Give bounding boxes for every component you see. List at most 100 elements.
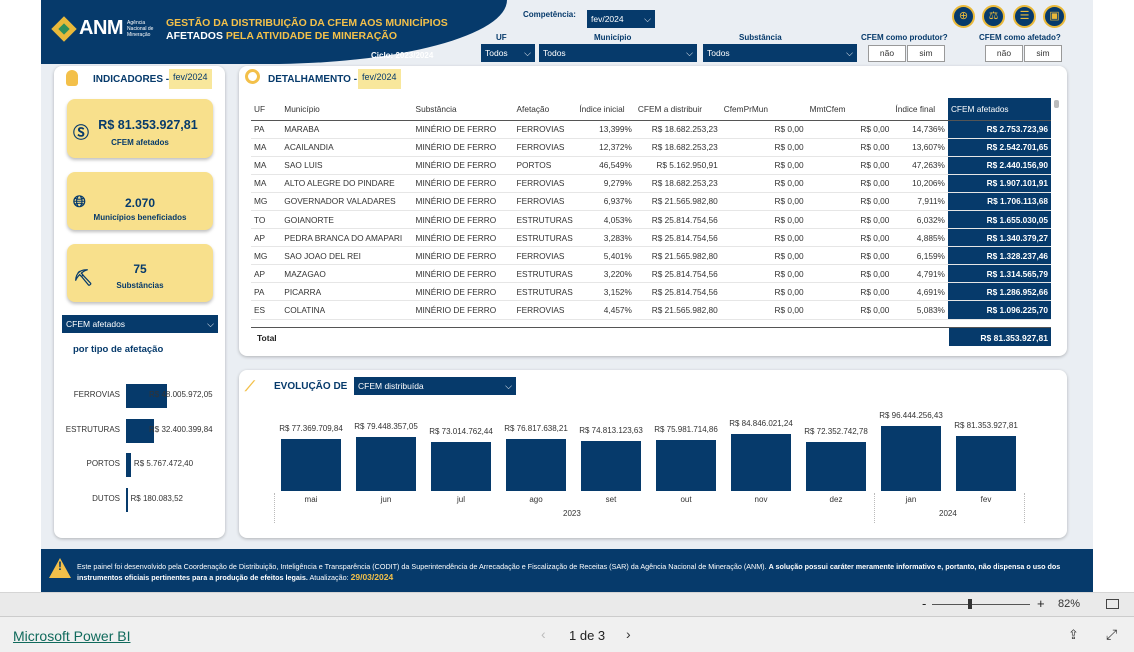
evolucao-bar[interactable] [881,426,941,491]
substancia-label: Substância [739,33,782,42]
table-cell: R$ 1.907.101,91 [947,174,1051,193]
table-row[interactable]: MA SAO LUIS MINÉRIO DE FERRO PORTOS 46,549% R… [251,156,1051,175]
footer-text-c: Atualização: [309,573,349,582]
evolucao-bar[interactable] [656,439,716,491]
cfem-type-dropdown[interactable]: CFEM afetados ⌵ [62,315,218,333]
list-icon[interactable]: ☰ [1013,5,1036,28]
evolucao-bar[interactable] [431,441,491,491]
evolucao-bar[interactable] [731,433,791,491]
table-cell: 3,283% [576,228,635,248]
evolucao-x-label: dez [829,495,843,504]
cfem-type-value: CFEM afetados [66,319,126,329]
evolucao-x-label: jun [380,495,392,504]
uf-dropdown[interactable]: Todos ⌵ [481,44,535,62]
column-header[interactable]: Substância [412,98,514,121]
table-row[interactable]: PA PICARRA MINÉRIO DE FERRO ESTRUTURAS 3,152… [251,282,1051,302]
anm-logo: ANM Agência Nacional de Mineração [51,15,161,42]
table-cell: R$ 1.340.379,27 [947,228,1051,248]
globe-icon[interactable]: ⊕ [952,5,975,28]
column-header[interactable]: Índice final [892,98,948,121]
column-header[interactable]: MmtCfem [806,98,893,121]
column-header[interactable]: CFEM afetados [947,98,1051,121]
zoom-bar: - + 82% [0,592,1134,616]
table-cell: MINÉRIO DE FERRO [412,282,514,302]
column-header[interactable]: UF [251,98,282,121]
evolucao-bar[interactable] [506,439,566,491]
trend-icon: ⟋ [245,378,255,394]
zoom-out-button[interactable]: - [922,596,926,611]
evolucao-bar[interactable] [356,437,416,491]
competencia-dropdown[interactable]: fev/2024 ⌵ [587,10,655,28]
mining-icon: ⛏ [73,270,94,287]
afetado-nao-button[interactable]: não [985,45,1023,62]
zoom-slider-handle[interactable] [968,599,972,609]
ciclo-label: Ciclo: 2023/2024 [371,51,434,60]
warning-icon: ! [49,558,71,578]
table-cell: PEDRA BRANCA DO AMAPARI [281,228,413,248]
table-row[interactable]: MG GOVERNADOR VALADARES MINÉRIO DE FERRO FE… [251,192,1051,211]
table-cell: ES [251,300,282,320]
table-cell: MAZAGAO [281,264,413,284]
balance-scale-icon[interactable]: ⚖ [982,5,1005,28]
dollar-circle-icon: Ⓢ [73,125,90,142]
tipo-bar[interactable] [126,453,131,477]
column-header[interactable]: Município [281,98,413,121]
table-cell: R$ 21.565.982,80 [634,300,721,320]
kpi-municipios: 🌐︎ 2.070 Municípios beneficiados [67,172,213,230]
competencia-value: fev/2024 [591,14,624,24]
fit-page-icon[interactable] [1106,599,1119,609]
table-row[interactable]: AP MAZAGAO MINÉRIO DE FERRO ESTRUTURAS 3,220… [251,264,1051,284]
table-cell: GOVERNADOR VALADARES [281,192,413,211]
column-header[interactable]: Índice inicial [576,98,635,121]
detalhamento-table[interactable]: UF Município Substância Afetação Índice inic… [251,98,1051,320]
afetado-sim-button[interactable]: sim [1024,45,1062,62]
column-header[interactable]: CfemPrMun [720,98,807,121]
evolucao-x-label: ago [529,495,543,504]
evolucao-bar[interactable] [806,442,866,491]
evolucao-dropdown[interactable]: CFEM distribuída ⌵ [354,377,516,395]
table-row[interactable]: PA MARABA MINÉRIO DE FERRO FERROVIAS 13,399%… [251,120,1051,139]
zoom-slider[interactable] [932,604,1030,605]
presentation-icon[interactable]: ▣ [1043,5,1066,28]
evolucao-value: CFEM distribuída [358,381,424,391]
municipio-dropdown[interactable]: Todos ⌵ [539,44,697,62]
table-cell: 6,159% [892,246,948,266]
table-row[interactable]: TO GOIANORTE MINÉRIO DE FERRO ESTRUTURAS 4,0… [251,210,1051,230]
evolucao-x-label: jul [456,495,465,504]
table-row[interactable]: ES COLATINA MINÉRIO DE FERRO FERROVIAS 4,457… [251,300,1051,320]
table-cell: 5,083% [892,300,948,320]
table-cell: R$ 1.328.237,46 [947,246,1051,266]
table-row[interactable]: MA ALTO ALEGRE DO PINDARE MINÉRIO DE FERRO… [251,174,1051,193]
table-cell: R$ 0,00 [720,210,807,230]
table-cell: MINÉRIO DE FERRO [412,120,514,139]
kpi2-label: Municípios beneficiados [93,213,187,222]
fullscreen-icon[interactable]: ⤢ [1106,626,1117,643]
powerbi-link[interactable]: Microsoft Power BI [13,628,130,644]
share-icon[interactable]: ⇪ [1068,627,1079,643]
column-header[interactable]: Afetação [513,98,577,121]
table-row[interactable]: AP PEDRA BRANCA DO AMAPARI MINÉRIO DE FERR… [251,228,1051,248]
header-banner: ANM Agência Nacional de Mineração GESTÃO… [41,0,507,64]
table-row[interactable]: MA ACAILANDIA MINÉRIO DE FERRO FERROVIAS 12,… [251,138,1051,157]
column-header[interactable]: CFEM a distribuir [634,98,721,121]
zoom-level: 82% [1058,598,1081,610]
prev-page-icon[interactable]: ‹ [541,626,546,642]
produtor-sim-button[interactable]: sim [907,45,945,62]
table-cell: FERROVIAS [513,138,577,157]
evolucao-bar[interactable] [281,438,341,491]
table-cell: R$ 0,00 [720,192,807,211]
report-canvas: ANM Agência Nacional de Mineração GESTÃO… [41,0,1093,592]
uf-label: UF [496,33,507,42]
zoom-in-button[interactable]: + [1037,596,1045,611]
evolucao-bar[interactable] [956,436,1016,491]
table-scrollbar[interactable] [1054,100,1059,108]
evolucao-bar[interactable] [581,440,641,491]
footer-text-a: Este painel foi desenvolvido pela Coorde… [77,562,767,571]
next-page-icon[interactable]: › [626,626,631,642]
produtor-nao-button[interactable]: não [868,45,906,62]
substancia-dropdown[interactable]: Todos ⌵ [703,44,857,62]
table-row[interactable]: MG SAO JOAO DEL REI MINÉRIO DE FERRO FERROV… [251,246,1051,266]
tipo-bar[interactable] [126,487,128,512]
table-cell: R$ 0,00 [806,300,893,320]
table-cell: R$ 2.542.701,65 [947,138,1051,157]
